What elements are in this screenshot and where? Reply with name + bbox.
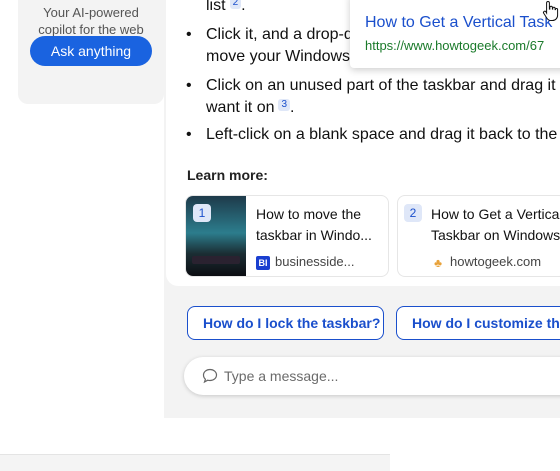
tooltip-title[interactable]: How to Get a Vertical Task [365,14,552,32]
source-title: How to Get a Vertical Taskbar on Windows [431,204,560,246]
message-input-box[interactable] [184,357,560,395]
source-number-badge: 1 [193,204,211,222]
source-site: howtogeek.com [450,254,542,269]
suggestion-chip[interactable]: How do I customize the [396,306,560,340]
source-title-line1: How to Get a Vertical [431,206,560,222]
copilot-promo-card: Your AI-powered copilot for the web Ask … [18,0,164,104]
bullet-text: Left-click on a blank space and drag it … [206,126,558,143]
source-card[interactable]: 2 How to Get a Vertical Taskbar on Windo… [397,195,560,277]
source-title-line2: taskbar in Windo... [256,227,372,243]
bullet-dot: • [186,77,192,94]
source-site: businesside... [275,254,355,269]
chat-bubble-icon [202,368,218,384]
howtogeek-favicon-icon: ♣ [434,256,442,270]
bullet-text-tail: . [290,99,295,116]
source-title-line2: Taskbar on Windows [431,227,560,243]
citation-badge[interactable]: 2 [229,0,242,9]
hand-cursor-icon [542,0,559,21]
source-title-line1: How to move the [256,206,362,222]
source-card[interactable]: 1 How to move the taskbar in Windo... BI… [185,195,389,277]
bullet-text-tail: . [241,0,246,14]
businessinsider-favicon-icon: BI [256,256,270,270]
link-preview-tooltip: How to Get a Vertical Task https://www.h… [350,0,560,68]
citation-badge[interactable]: 3 [278,99,291,111]
bullet-text: move your Windows [206,48,351,65]
source-number-badge: 2 [404,204,422,222]
bullet-dot: • [186,26,192,43]
message-input[interactable] [224,357,560,395]
bullet-text: Click on an unused part of the taskbar a… [206,77,556,94]
ask-anything-button[interactable]: Ask anything [30,36,152,66]
bullet-text: want it on [206,99,275,116]
promo-text-line1: Your AI-powered [43,5,139,20]
suggestion-chip[interactable]: How do I lock the taskbar? [187,306,384,340]
tooltip-url: https://www.howtogeek.com/67 [365,38,545,53]
promo-text: Your AI-powered copilot for the web [18,4,164,38]
browser-status-bar [0,454,390,471]
bullet-dot: • [186,126,192,143]
bullet-text: list [206,0,226,14]
learn-more-label: Learn more: [187,167,268,183]
bullet-text: Click it, and a drop-d [206,26,353,43]
source-title: How to move the taskbar in Windo... [256,204,384,246]
